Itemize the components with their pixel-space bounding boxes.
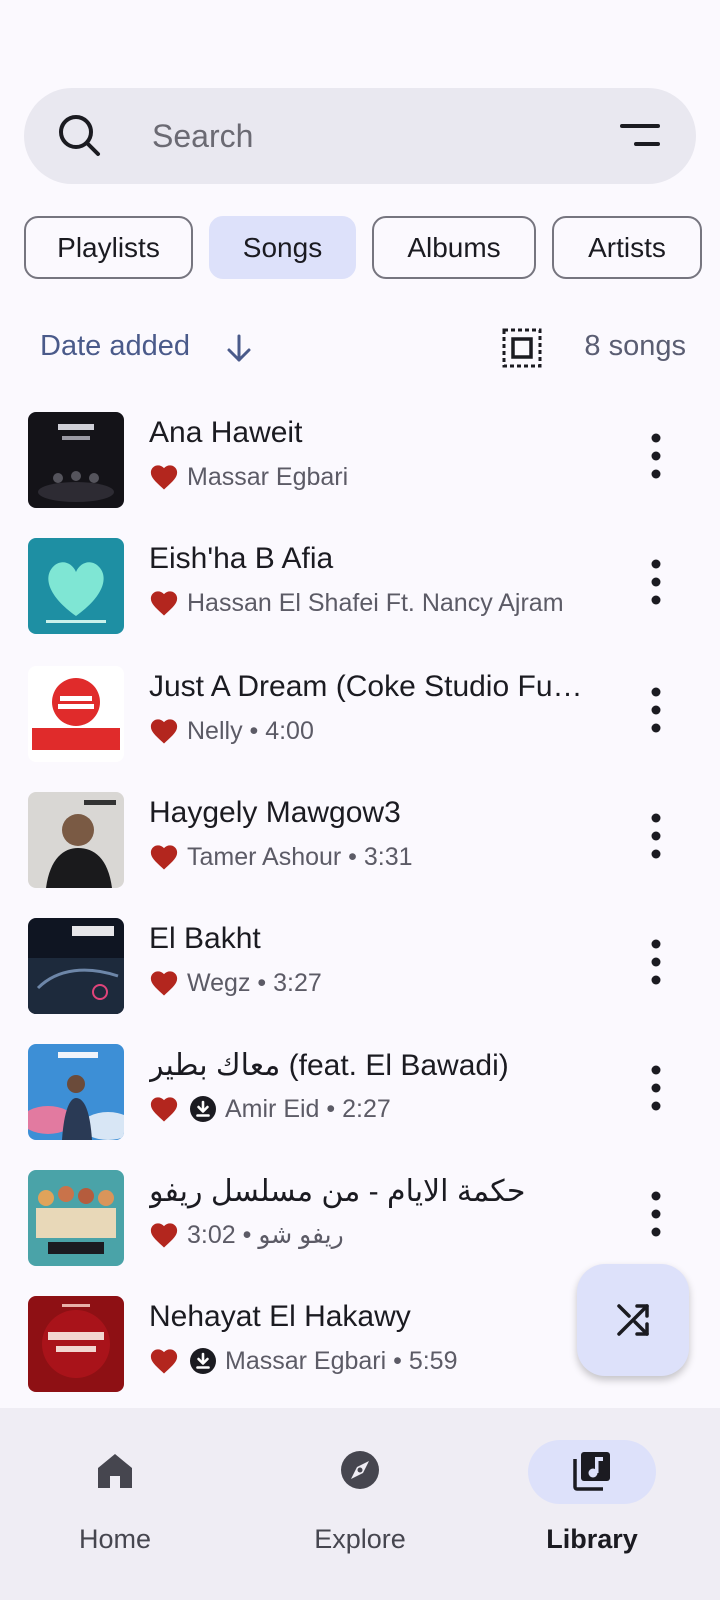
search-bar[interactable] (24, 88, 696, 184)
bottom-navigation: Home Explore Library (0, 1408, 720, 1600)
heart-icon (150, 465, 178, 490)
search-icon (59, 115, 100, 156)
song-count: 8 songs (584, 330, 686, 362)
select-all-icon[interactable] (502, 328, 542, 368)
song-subtitle: Massar Egbari • 5:59 (149, 1344, 589, 1378)
chip-albums[interactable]: Albums (372, 216, 536, 279)
song-row[interactable]: Haygely Mawgow3 Tamer Ashour • 3:31 (0, 778, 720, 894)
heart-icon (150, 1349, 178, 1374)
song-row[interactable]: معاك بطير (feat. El Bawadi) Amir Eid • 2… (0, 1030, 720, 1146)
song-title: Ana Haweit (149, 416, 303, 449)
album-art (28, 918, 124, 1014)
song-artist: Wegz • 3:27 (187, 968, 322, 997)
album-art (28, 1170, 124, 1266)
explore-icon (341, 1451, 379, 1489)
shuffle-button[interactable] (577, 1264, 689, 1376)
song-artist: Tamer Ashour • 3:31 (187, 842, 413, 871)
heart-icon (150, 971, 178, 996)
song-title: Just A Dream (Coke Studio Fusion) (149, 670, 589, 703)
song-subtitle: Nelly • 4:00 (149, 714, 589, 748)
album-art (28, 666, 124, 762)
sort-row: Date added 8 songs (0, 320, 720, 380)
album-art (28, 792, 124, 888)
home-icon (98, 1454, 132, 1488)
heart-icon (150, 1223, 178, 1248)
nav-label: Explore (314, 1524, 406, 1554)
shuffle-icon (617, 1304, 649, 1336)
chip-songs[interactable]: Songs (209, 216, 356, 279)
search-input[interactable] (152, 114, 592, 158)
filter-icon[interactable] (620, 118, 660, 154)
nav-label: Library (546, 1524, 638, 1554)
song-subtitle: Hassan El Shafei Ft. Nancy Ajram (149, 586, 589, 620)
song-title: Eish'ha B Afia (149, 542, 334, 575)
song-row[interactable]: Just A Dream (Coke Studio Fusion) Nelly … (0, 652, 720, 768)
song-artist: Nelly • 4:00 (187, 716, 314, 745)
song-subtitle: Wegz • 3:27 (149, 966, 589, 1000)
song-subtitle: Amir Eid • 2:27 (149, 1092, 589, 1126)
song-artist: Hassan El Shafei Ft. Nancy Ajram (187, 588, 564, 617)
song-artist: Amir Eid • 2:27 (225, 1094, 391, 1123)
nav-home[interactable]: Home (25, 1432, 205, 1554)
song-title: El Bakht (149, 922, 261, 955)
downloaded-icon (190, 1096, 216, 1122)
chip-artists[interactable]: Artists (552, 216, 702, 279)
heart-icon (150, 845, 178, 870)
more-vert-icon[interactable] (640, 428, 672, 484)
heart-icon (150, 719, 178, 744)
heart-icon (150, 1097, 178, 1122)
more-vert-icon[interactable] (640, 1060, 672, 1116)
album-art (28, 412, 124, 508)
song-row[interactable]: El Bakht Wegz • 3:27 (0, 904, 720, 1020)
song-artist: Massar Egbari (187, 462, 349, 491)
more-vert-icon[interactable] (640, 1186, 672, 1242)
nav-label: Home (78, 1524, 152, 1554)
sort-button[interactable]: Date added (40, 330, 190, 363)
more-vert-icon[interactable] (640, 808, 672, 864)
song-row[interactable]: Ana Haweit Massar Egbari (0, 398, 720, 514)
more-vert-icon[interactable] (640, 934, 672, 990)
album-art (28, 1044, 124, 1140)
heart-icon (150, 591, 178, 616)
arrow-down-icon[interactable] (224, 332, 254, 366)
song-artist: Massar Egbari • 5:59 (225, 1346, 458, 1375)
nav-explore[interactable]: Explore (270, 1432, 450, 1554)
song-title: حكمة الايام - من مسلسل ريفو (149, 1175, 526, 1208)
song-title: معاك بطير (feat. El Bawadi) (149, 1049, 509, 1082)
more-vert-icon[interactable] (640, 554, 672, 610)
song-row[interactable]: Eish'ha B Afia Hassan El Shafei Ft. Nanc… (0, 524, 720, 640)
downloaded-icon (190, 1348, 216, 1374)
chip-playlists[interactable]: Playlists (24, 216, 193, 279)
song-artist: ريفو شو • 3:02 (187, 1221, 344, 1249)
album-art (28, 1296, 124, 1392)
song-row[interactable]: حكمة الايام - من مسلسل ريفو ريفو شو • 3:… (0, 1156, 720, 1272)
library-icon (573, 1452, 610, 1491)
song-subtitle: Tamer Ashour • 3:31 (149, 840, 589, 874)
song-subtitle: ريفو شو • 3:02 (149, 1218, 589, 1252)
song-title: Haygely Mawgow3 (149, 796, 401, 829)
song-title: Nehayat El Hakawy (149, 1300, 411, 1333)
song-subtitle: Massar Egbari (149, 460, 589, 494)
more-vert-icon[interactable] (640, 682, 672, 738)
nav-library[interactable]: Library (502, 1432, 682, 1554)
album-art (28, 538, 124, 634)
